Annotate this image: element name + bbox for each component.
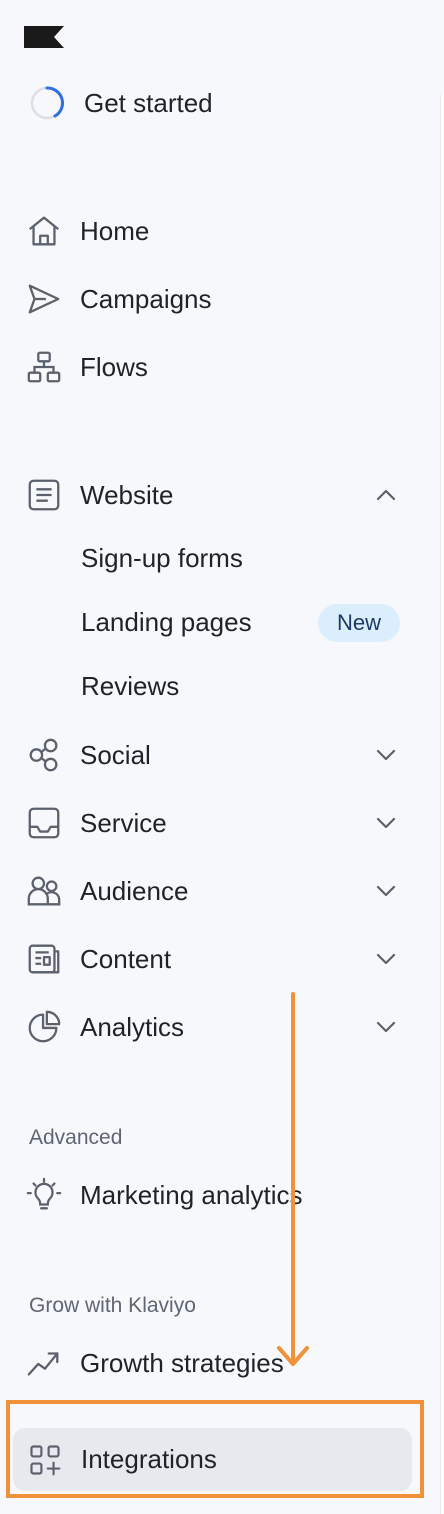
nav-growth-strategies[interactable]: Growth strategies [24, 1338, 404, 1388]
nav-service[interactable]: Service [24, 798, 404, 848]
nav-signup-forms[interactable]: Sign-up forms [81, 536, 243, 580]
nav-campaigns[interactable]: Campaigns [24, 274, 404, 324]
lightbulb-icon [24, 1175, 64, 1215]
nav-growth-strategies-label: Growth strategies [80, 1347, 284, 1378]
chevron-down-icon[interactable] [374, 879, 398, 903]
get-started-label: Get started [84, 87, 213, 118]
nav-home-label: Home [80, 215, 150, 246]
progress-ring-icon [30, 86, 64, 120]
nav-audience[interactable]: Audience [24, 866, 404, 916]
inbox-icon [24, 803, 64, 843]
nav-integrations[interactable]: Integrations [13, 1428, 412, 1491]
chevron-down-icon[interactable] [374, 947, 398, 971]
send-icon [24, 279, 64, 319]
nav-marketing-analytics[interactable]: Marketing analytics [24, 1170, 404, 1220]
nav-flows[interactable]: Flows [24, 342, 404, 392]
chevron-down-icon[interactable] [374, 811, 398, 835]
chevron-down-icon[interactable] [374, 1015, 398, 1039]
nav-social[interactable]: Social [24, 730, 404, 780]
nav-analytics[interactable]: Analytics [24, 1002, 404, 1052]
nav-content-label: Content [80, 943, 172, 974]
grow-heading: Grow with Klaviyo [29, 1294, 196, 1317]
social-icon [24, 735, 64, 775]
integrations-icon [25, 1440, 65, 1480]
chevron-up-icon[interactable] [374, 483, 398, 507]
nav-landing-pages[interactable]: Landing pages [81, 600, 252, 644]
nav-content[interactable]: Content [24, 934, 404, 984]
home-icon [24, 211, 64, 251]
flow-icon [24, 347, 64, 387]
nav-campaigns-label: Campaigns [80, 283, 212, 314]
nav-service-label: Service [80, 807, 167, 838]
nav-website-label: Website [80, 479, 174, 510]
nav-flows-label: Flows [80, 351, 148, 382]
main-panel-edge [440, 95, 444, 1514]
nav-audience-label: Audience [80, 875, 189, 906]
trend-up-icon [24, 1343, 64, 1383]
document-icon [24, 475, 64, 515]
nav-reviews[interactable]: Reviews [81, 664, 179, 708]
klaviyo-logo[interactable] [24, 26, 64, 48]
get-started-button[interactable]: Get started [30, 84, 213, 122]
nav-website[interactable]: Website [24, 470, 404, 520]
content-icon [24, 939, 64, 979]
nav-social-label: Social [80, 739, 151, 770]
nav-marketing-analytics-label: Marketing analytics [80, 1179, 303, 1210]
audience-icon [24, 871, 64, 911]
advanced-heading: Advanced [29, 1126, 123, 1149]
nav-integrations-label: Integrations [81, 1444, 217, 1474]
new-badge: New [318, 604, 400, 642]
nav-home[interactable]: Home [24, 206, 404, 256]
chevron-down-icon[interactable] [374, 743, 398, 767]
nav-analytics-label: Analytics [80, 1011, 185, 1042]
pie-chart-icon [24, 1007, 64, 1047]
